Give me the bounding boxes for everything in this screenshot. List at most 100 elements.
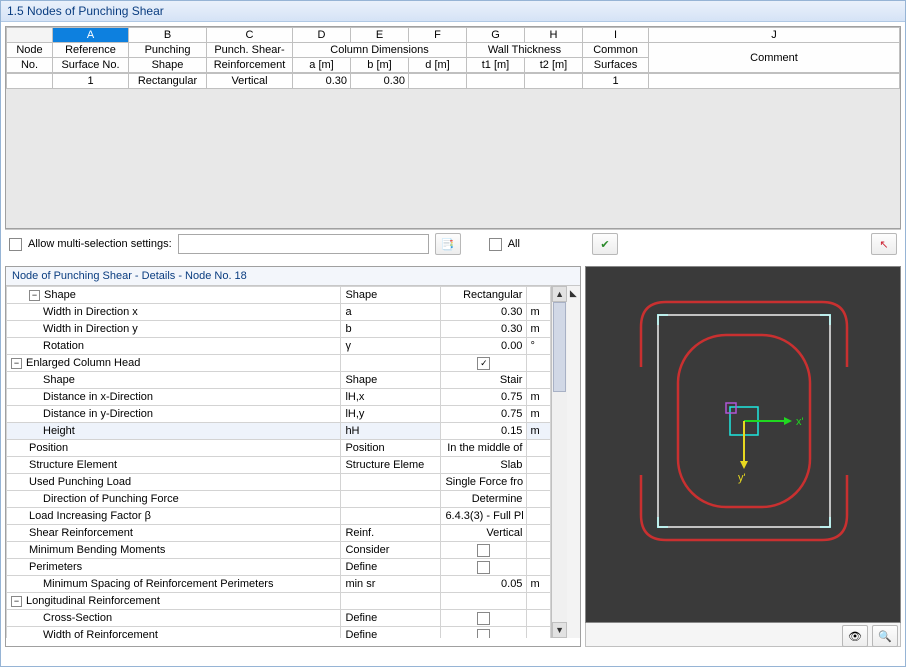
details-row[interactable]: HeighthH0.15m [7, 423, 551, 440]
table-row[interactable]: 18 1 Rectangular Vertical 0.30 0.30 1 [7, 74, 900, 89]
details-unit [527, 525, 551, 542]
details-collapse-icon[interactable]: ◣ [567, 286, 580, 638]
details-value[interactable]: 0.30 [441, 304, 527, 321]
details-value[interactable]: ✓ [441, 355, 527, 372]
viewport-canvas[interactable]: x' y' [585, 266, 901, 623]
details-value[interactable]: Stair [441, 372, 527, 389]
details-row[interactable]: −Enlarged Column Head ✓ [7, 355, 551, 372]
cell-b[interactable]: 0.30 [351, 74, 409, 89]
details-label: Structure Element [7, 457, 341, 474]
details-row[interactable]: ShapeShapeStair [7, 372, 551, 389]
details-table[interactable]: −ShapeShapeRectangularWidth in Direction… [6, 286, 551, 638]
col-letter-i[interactable]: I [583, 28, 649, 43]
details-unit [527, 610, 551, 627]
details-checkbox[interactable] [477, 629, 490, 639]
col-letter-d[interactable]: D [293, 28, 351, 43]
scroll-up-icon[interactable]: ▲ [552, 286, 566, 302]
all-checkbox[interactable] [489, 238, 502, 251]
details-label: Distance in x-Direction [7, 389, 341, 406]
details-checkbox[interactable] [477, 612, 490, 625]
details-row[interactable]: PositionPositionIn the middle of [7, 440, 551, 457]
zoom-search-icon[interactable]: 🔍 [872, 625, 898, 647]
details-row[interactable]: Direction of Punching ForceDetermine [7, 491, 551, 508]
col-letter-f[interactable]: F [409, 28, 467, 43]
col-letter-j[interactable]: J [649, 28, 900, 43]
pointer-icon[interactable]: ↖ [871, 233, 897, 255]
col-letter-h[interactable]: H [525, 28, 583, 43]
details-row[interactable]: Rotationγ0.00° [7, 338, 551, 355]
pick-icon[interactable]: 📑 [435, 233, 461, 255]
details-row[interactable]: Width in Direction xa0.30m [7, 304, 551, 321]
details-value[interactable]: 0.15 [441, 423, 527, 440]
details-row[interactable]: Minimum Bending MomentsConsider [7, 542, 551, 559]
details-row[interactable]: Cross-SectionDefine [7, 610, 551, 627]
details-row[interactable]: Width in Direction yb0.30m [7, 321, 551, 338]
details-value[interactable] [441, 542, 527, 559]
cell-t1[interactable] [467, 74, 525, 89]
details-checkbox[interactable] [477, 561, 490, 574]
col-letter-g[interactable]: G [467, 28, 525, 43]
details-value[interactable]: 0.75 [441, 389, 527, 406]
cell-t2[interactable] [525, 74, 583, 89]
tree-toggle-icon[interactable]: − [29, 290, 40, 301]
cell-common[interactable]: 1 [583, 74, 649, 89]
cell-a[interactable]: 0.30 [293, 74, 351, 89]
details-value[interactable]: 0.05 [441, 576, 527, 593]
details-value[interactable] [441, 610, 527, 627]
details-label: Minimum Bending Moments [7, 542, 341, 559]
details-row[interactable]: Used Punching LoadSingle Force fro [7, 474, 551, 491]
details-label: Width in Direction y [7, 321, 341, 338]
details-checkbox[interactable] [477, 544, 490, 557]
details-row[interactable]: −Longitudinal Reinforcement [7, 593, 551, 610]
details-row[interactable]: Structure ElementStructure ElemeSlab [7, 457, 551, 474]
col-letter-b[interactable]: B [129, 28, 207, 43]
tree-toggle-icon[interactable]: − [11, 596, 22, 607]
details-value[interactable] [441, 559, 527, 576]
cell-node-no[interactable]: 18 [7, 74, 53, 89]
details-value[interactable]: Determine [441, 491, 527, 508]
details-value[interactable]: In the middle of [441, 440, 527, 457]
details-row[interactable]: Shear ReinforcementReinf.Vertical [7, 525, 551, 542]
details-value[interactable]: 0.30 [441, 321, 527, 338]
details-label: −Enlarged Column Head [7, 355, 341, 372]
details-value[interactable]: 6.4.3(3) - Full Pl [441, 508, 527, 525]
details-value[interactable]: Single Force fro [441, 474, 527, 491]
scroll-thumb[interactable] [553, 302, 565, 392]
col-letter-e[interactable]: E [351, 28, 409, 43]
details-row[interactable]: PerimetersDefine [7, 559, 551, 576]
details-scrollbar[interactable]: ▲ ▼ [551, 286, 566, 638]
details-unit [527, 542, 551, 559]
details-unit [527, 627, 551, 639]
col-letter-a[interactable]: A [53, 28, 129, 43]
details-row[interactable]: −ShapeShapeRectangular [7, 287, 551, 304]
details-row[interactable]: Width of ReinforcementDefine [7, 627, 551, 639]
cell-ref[interactable]: 1 [53, 74, 129, 89]
details-row[interactable]: Distance in x-DirectionlH,x0.75m [7, 389, 551, 406]
cell-comment[interactable] [649, 74, 900, 89]
cell-shape[interactable]: Rectangular [129, 74, 207, 89]
details-value[interactable]: Vertical [441, 525, 527, 542]
details-value[interactable] [441, 627, 527, 639]
allow-multi-checkbox[interactable] [9, 238, 22, 251]
scroll-down-icon[interactable]: ▼ [552, 622, 566, 638]
details-value[interactable]: Rectangular [441, 287, 527, 304]
details-value[interactable]: 0.00 [441, 338, 527, 355]
details-row[interactable]: Distance in y-DirectionlH,y0.75m [7, 406, 551, 423]
details-label: −Longitudinal Reinforcement [7, 593, 341, 610]
details-checkbox[interactable]: ✓ [477, 357, 490, 370]
eye-icon[interactable]: 👁 [842, 625, 868, 647]
apply-icon[interactable]: ✔ [592, 233, 618, 255]
col-letter-c[interactable]: C [207, 28, 293, 43]
cell-reinf[interactable]: Vertical [207, 74, 293, 89]
details-row[interactable]: Load Increasing Factor β6.4.3(3) - Full … [7, 508, 551, 525]
details-value[interactable]: 0.75 [441, 406, 527, 423]
multi-selection-input[interactable] [178, 234, 429, 254]
cell-d[interactable] [409, 74, 467, 89]
details-value[interactable]: Slab [441, 457, 527, 474]
details-row[interactable]: Minimum Spacing of Reinforcement Perimet… [7, 576, 551, 593]
tree-toggle-icon[interactable]: − [11, 358, 22, 369]
details-value[interactable] [441, 593, 527, 610]
details-symbol [341, 593, 441, 610]
hdr-t2: t2 [m] [525, 58, 583, 73]
main-grid[interactable]: A B C D E F G H I J Node Reference Punch… [5, 26, 901, 229]
